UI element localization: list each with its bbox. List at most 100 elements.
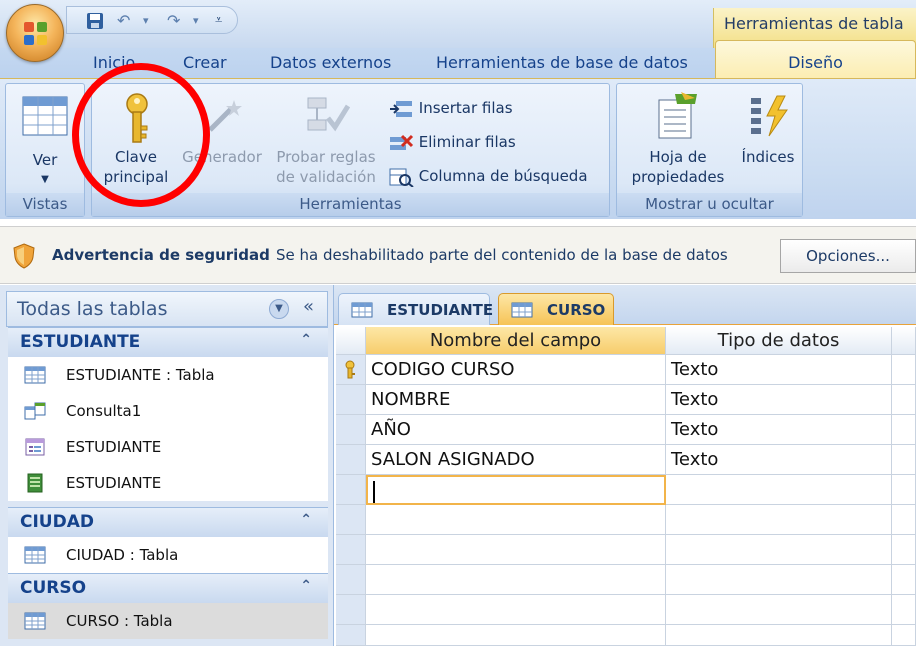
table-cell[interactable] — [666, 475, 892, 505]
ver-label: Ver — [32, 151, 58, 169]
nav-item-consulta1[interactable]: Consulta1 — [8, 393, 328, 429]
group-label-vistas: Vistas — [6, 193, 84, 216]
table-cell[interactable] — [366, 505, 666, 535]
table-cell[interactable] — [892, 415, 916, 445]
table-cell[interactable] — [892, 475, 916, 505]
undo-icon[interactable]: ↶ — [117, 11, 130, 31]
office-button[interactable] — [6, 4, 64, 62]
insert-rows-icon — [390, 100, 412, 117]
table-cell[interactable]: Texto — [666, 445, 892, 475]
tab-diseno[interactable]: Diseño — [715, 40, 916, 79]
indices-label: Índices — [741, 148, 795, 166]
table-cell[interactable]: Texto — [666, 385, 892, 415]
options-button[interactable]: Opciones... — [780, 239, 916, 273]
probar-reglas-button[interactable]: Probar reglas de validación — [268, 84, 384, 192]
nav-item-curso-tabla[interactable]: CURSO : Tabla — [8, 603, 328, 639]
doc-tab-estudiante[interactable]: ESTUDIANTE — [338, 293, 493, 325]
tab-datos-externos[interactable]: Datos externos — [270, 52, 391, 78]
table-cell[interactable] — [666, 505, 892, 535]
table-cell[interactable] — [892, 355, 916, 385]
nav-item-label: CURSO : Tabla — [66, 612, 173, 630]
wand-icon — [208, 100, 242, 132]
tab-crear[interactable]: Crear — [183, 52, 227, 78]
nav-item-label: ESTUDIANTE : Tabla — [66, 366, 215, 384]
redo-icon[interactable]: ↷ — [167, 11, 180, 31]
text-cursor — [373, 481, 375, 503]
row-selector[interactable] — [336, 505, 366, 535]
nav-group-ciudad[interactable]: CIUDAD ⌃ — [8, 507, 328, 537]
columna-busqueda-button[interactable]: Columna de búsqueda — [388, 164, 588, 188]
row-selector[interactable] — [336, 535, 366, 565]
row-selector[interactable] — [336, 385, 366, 415]
table-cell[interactable] — [366, 595, 666, 625]
hoja-label-2: propiedades — [631, 168, 725, 186]
table-cell[interactable] — [366, 535, 666, 565]
redo-dropdown-icon[interactable]: ▾ — [193, 11, 199, 31]
nav-item-estudiante-report[interactable]: ESTUDIANTE — [8, 465, 328, 501]
row-selector[interactable] — [336, 445, 366, 475]
table-cell[interactable]: Texto — [666, 355, 892, 385]
table-cell[interactable] — [892, 505, 916, 535]
table-cell[interactable] — [666, 595, 892, 625]
nav-item-estudiante-tabla[interactable]: ESTUDIANTE : Tabla — [8, 357, 328, 393]
insertar-filas-label: Insertar filas — [418, 99, 513, 117]
office-logo-icon — [24, 22, 48, 46]
row-selector[interactable] — [336, 565, 366, 595]
save-icon[interactable] — [85, 11, 105, 31]
row-selector[interactable] — [336, 415, 366, 445]
row-selector[interactable] — [336, 475, 366, 505]
table-cell[interactable] — [366, 625, 666, 646]
table-cell[interactable]: SALON ASIGNADO — [366, 445, 666, 475]
table-cell[interactable] — [892, 445, 916, 475]
tab-herramientas-bd[interactable]: Herramientas de base de datos — [436, 52, 688, 78]
table-cell[interactable]: Texto — [666, 415, 892, 445]
table-cell[interactable] — [892, 625, 916, 646]
nav-group-title: CURSO — [20, 578, 87, 598]
collapse-group-icon[interactable]: ⌃ — [300, 332, 312, 348]
insertar-filas-button[interactable]: Insertar filas — [388, 96, 513, 120]
row-selector[interactable] — [336, 355, 366, 385]
hoja-propiedades-button[interactable]: Hoja de propiedades — [619, 84, 737, 192]
report-icon — [27, 473, 43, 493]
active-new-field-cell[interactable] — [366, 475, 666, 505]
table-cell[interactable] — [366, 565, 666, 595]
table-icon — [351, 302, 373, 318]
form-icon — [25, 438, 45, 456]
table-cell[interactable]: AÑO — [366, 415, 666, 445]
primary-key-icon — [345, 360, 355, 379]
nav-group-curso[interactable]: CURSO ⌃ — [8, 573, 328, 603]
table-cell[interactable]: NOMBRE — [366, 385, 666, 415]
column-header-tipo[interactable]: Tipo de datos — [666, 327, 892, 355]
navigation-pane: Todas las tablas ▼ « ESTUDIANTE ⌃ ESTUDI… — [0, 285, 334, 646]
doc-tab-curso[interactable]: CURSO — [498, 293, 614, 325]
table-cell[interactable] — [892, 535, 916, 565]
customize-qat-icon[interactable]: ⩡ — [215, 11, 222, 31]
nav-group-estudiante[interactable]: ESTUDIANTE ⌃ — [8, 327, 328, 357]
collapse-group-icon[interactable]: ⌃ — [300, 512, 312, 528]
datasheet-view-icon — [22, 96, 68, 136]
table-cell[interactable] — [892, 385, 916, 415]
collapse-group-icon[interactable]: ⌃ — [300, 578, 312, 594]
select-all-corner[interactable] — [336, 327, 366, 355]
table-cell[interactable] — [892, 565, 916, 595]
column-header-nombre[interactable]: Nombre del campo — [366, 327, 666, 355]
nav-item-label: Consulta1 — [66, 402, 142, 420]
nav-pane-header[interactable]: Todas las tablas ▼ « — [6, 291, 328, 327]
column-header-descripcion[interactable] — [892, 327, 916, 355]
query-icon — [24, 402, 46, 420]
row-selector[interactable] — [336, 595, 366, 625]
eliminar-filas-button[interactable]: Eliminar filas — [388, 130, 516, 154]
row-selector[interactable] — [336, 625, 366, 646]
table-cell[interactable] — [666, 565, 892, 595]
undo-dropdown-icon[interactable]: ▾ — [143, 11, 149, 31]
table-cell[interactable] — [666, 535, 892, 565]
collapse-pane-icon[interactable]: « — [303, 296, 314, 317]
validation-rules-icon — [307, 97, 350, 132]
nav-item-estudiante-form[interactable]: ESTUDIANTE — [8, 429, 328, 465]
table-cell[interactable] — [892, 595, 916, 625]
indices-button[interactable]: Índices — [735, 84, 801, 192]
nav-dropdown-icon[interactable]: ▼ — [269, 299, 289, 319]
table-cell[interactable] — [666, 625, 892, 646]
table-cell[interactable]: CODIGO CURSO — [366, 355, 666, 385]
nav-item-ciudad-tabla[interactable]: CIUDAD : Tabla — [8, 537, 328, 573]
